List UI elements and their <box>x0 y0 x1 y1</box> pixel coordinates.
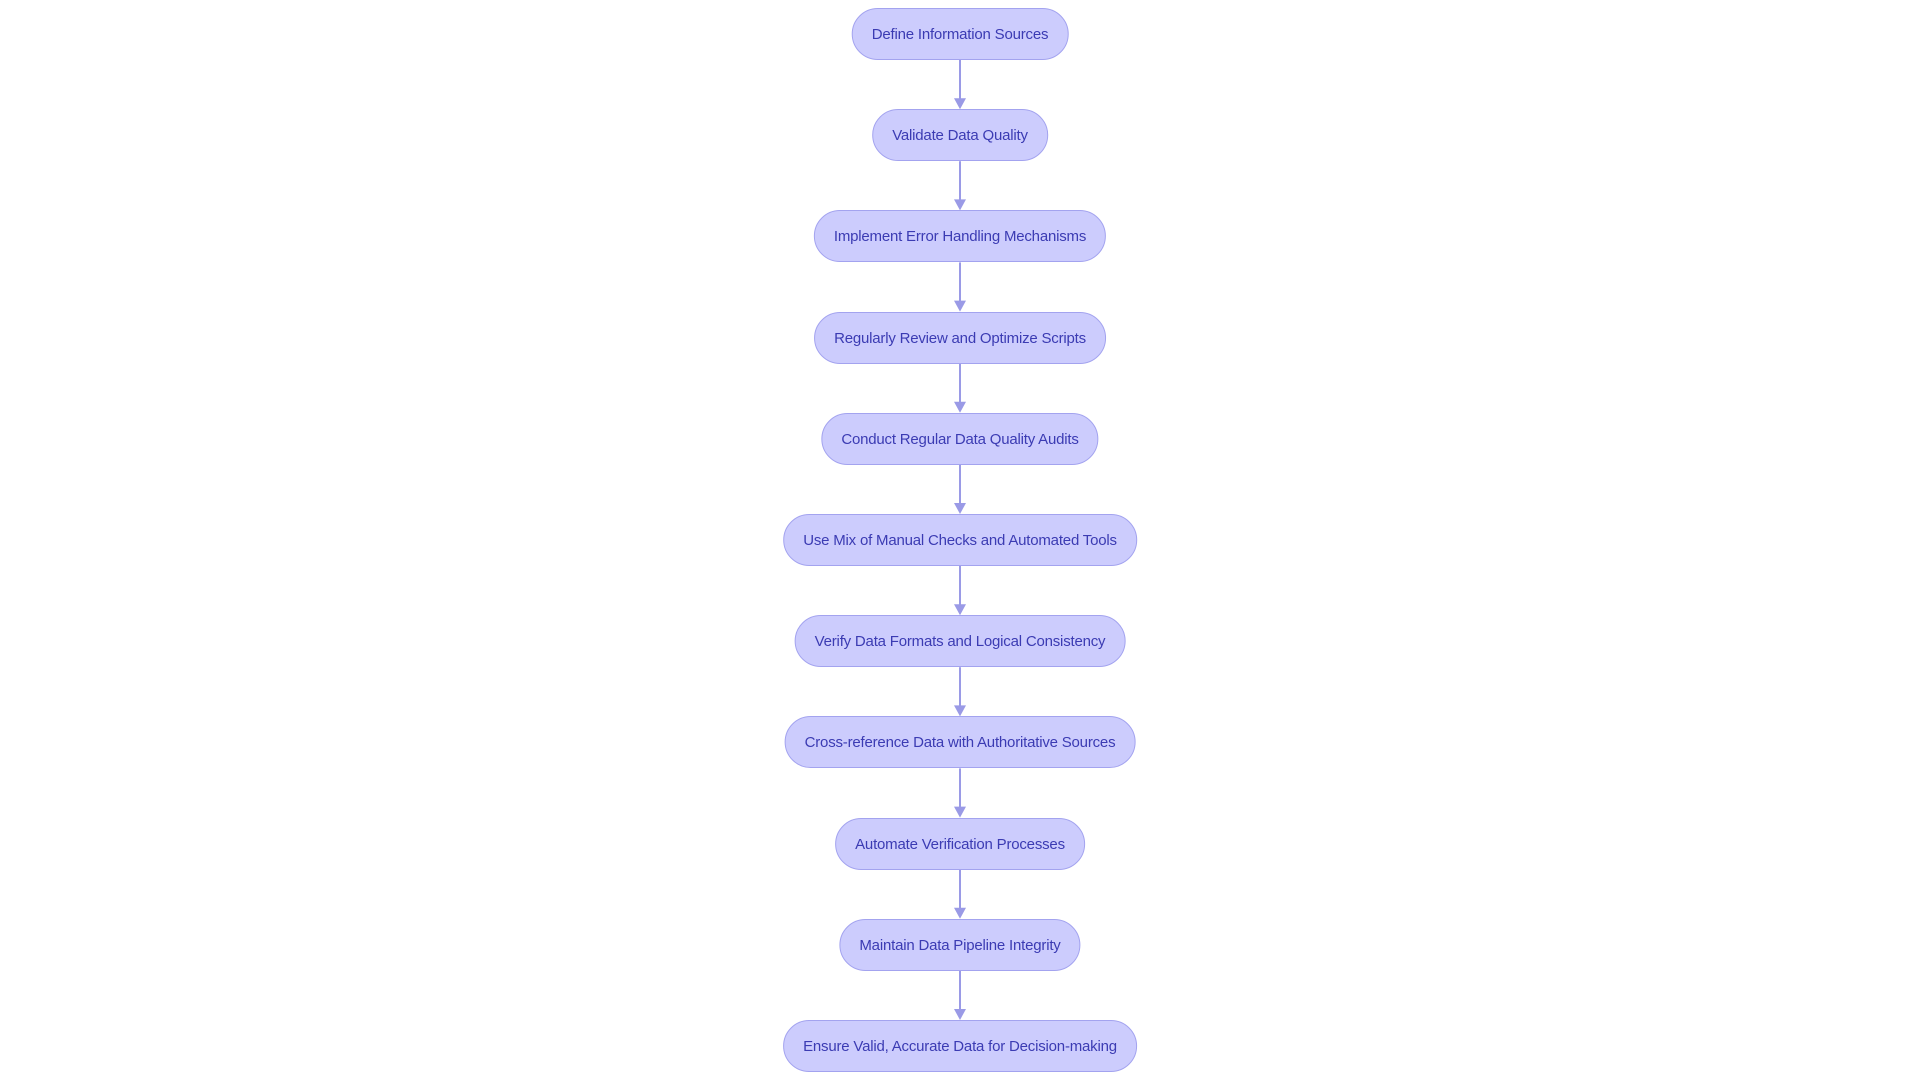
arrowhead-icon <box>954 503 966 514</box>
flow-node: Verify Data Formats and Logical Consiste… <box>794 615 1126 668</box>
flow-node: Validate Data Quality <box>872 109 1048 162</box>
flow-node: Use Mix of Manual Checks and Automated T… <box>783 514 1137 566</box>
arrowhead-icon <box>954 300 966 312</box>
flow-node: Automate Verification Processes <box>835 817 1085 870</box>
flow-node: Cross-reference Data with Authoritative … <box>784 716 1136 769</box>
flow-node: Implement Error Handling Mechanisms <box>813 210 1107 263</box>
arrowhead-icon <box>954 705 966 717</box>
flowchart: Define Information Sources Validate Data … <box>0 0 1920 1080</box>
flow-node: Maintain Data Pipeline Integrity <box>839 918 1081 971</box>
arrowhead-icon <box>954 401 966 413</box>
arrowhead-icon <box>954 806 966 818</box>
flow-node: Regularly Review and Optimize Scripts <box>814 311 1106 364</box>
flow-node: Conduct Regular Data Quality Audits <box>821 412 1099 465</box>
arrowhead-icon <box>954 199 966 211</box>
arrowhead-icon <box>954 1009 966 1020</box>
arrowhead-icon <box>954 98 966 110</box>
arrowhead-icon <box>954 907 966 919</box>
flow-node: Ensure Valid, Accurate Data for Decision… <box>783 1020 1137 1072</box>
flow-node: Define Information Sources <box>851 8 1069 60</box>
arrowhead-icon <box>954 604 966 616</box>
